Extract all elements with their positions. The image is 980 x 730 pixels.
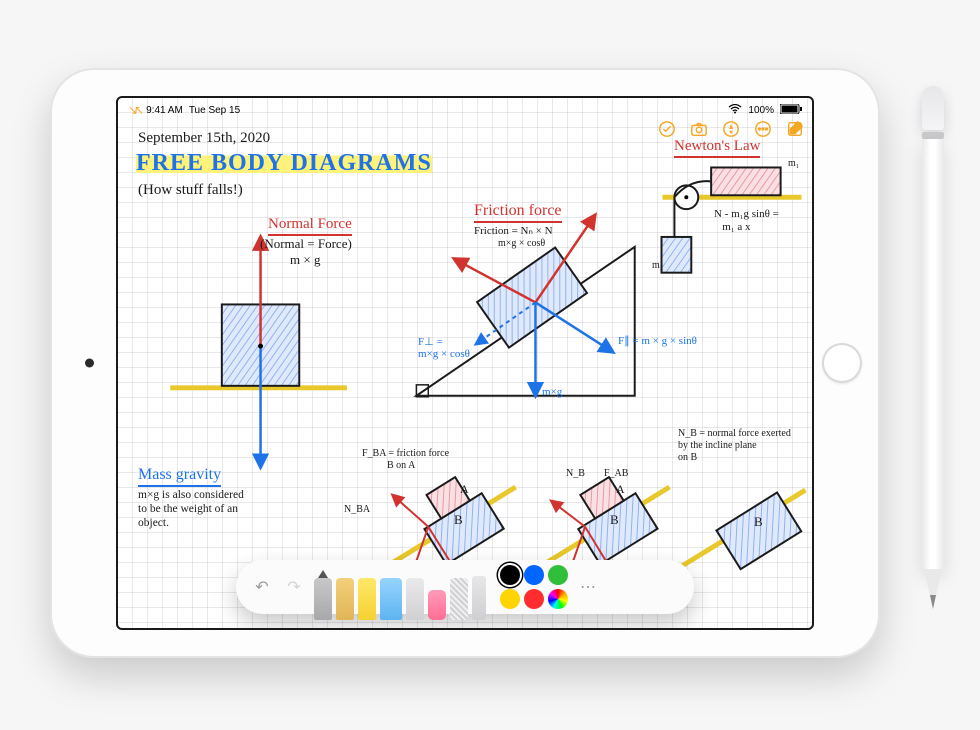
stack-a1: A [460, 482, 469, 497]
note-date: September 15th, 2020 [138, 130, 270, 147]
mass-gravity-body: m×g is also considered to be the weight … [138, 488, 244, 530]
stack-b3: B [754, 514, 763, 530]
tool-brush[interactable] [406, 578, 424, 620]
friction-mg: m×g [542, 386, 562, 398]
undo-button[interactable]: ↶ [250, 575, 274, 599]
friction-eq2: m×g × cosθ [498, 238, 545, 249]
swatch-green[interactable] [548, 565, 568, 585]
tool-ruler[interactable] [472, 576, 486, 620]
ipad-screen: ↘↖ 9:41 AM Tue Sep 15 100% [116, 96, 814, 630]
color-swatches [500, 565, 568, 609]
swatch-colorpicker[interactable] [548, 589, 568, 609]
tool-pencil[interactable] [336, 578, 354, 620]
swatch-black[interactable] [500, 565, 520, 585]
note-subtitle: (How stuff falls!) [138, 182, 243, 199]
friction-fpar: F∥ = m × g × sinθ [618, 334, 697, 347]
redo-button[interactable]: ↷ [282, 575, 306, 599]
stack-b2: B [610, 512, 619, 528]
stack-fba: F_BA = friction force B on A [362, 448, 449, 472]
tool-pen[interactable] [314, 578, 332, 620]
home-button[interactable] [822, 343, 862, 383]
stack-nb: N_B [566, 468, 585, 479]
tool-tray [314, 560, 486, 614]
heading-friction: Friction force [474, 202, 562, 223]
swatch-yellow[interactable] [500, 589, 520, 609]
swatch-blue[interactable] [524, 565, 544, 585]
ipad-device: ↘↖ 9:41 AM Tue Sep 15 100% [50, 68, 880, 658]
drawing-palette: ↶ ↷ ⋯ [236, 560, 694, 614]
normal-line2: m × g [290, 252, 320, 268]
stack-fab: F_AB [604, 468, 628, 479]
front-camera [85, 359, 94, 368]
friction-eq1: Friction = Nₙ × N [474, 224, 553, 237]
friction-fperp: F⊥ = m×g × cosθ [418, 336, 470, 360]
stack-a2: A [616, 482, 625, 497]
diagram-layer [118, 98, 812, 628]
normal-line1: (Normal = Force) [260, 236, 352, 252]
newton-m1: m₁ [788, 158, 799, 169]
stack-b1: B [454, 512, 463, 528]
tool-eraser[interactable] [428, 590, 446, 620]
apple-pencil [922, 86, 944, 642]
stack-nba: N_BA [344, 504, 370, 515]
newton-m2: m₂ [652, 260, 663, 271]
tool-marker[interactable] [358, 578, 376, 620]
palette-more-button[interactable]: ⋯ [576, 575, 600, 599]
tool-highlighter[interactable] [380, 578, 402, 620]
heading-mass-gravity: Mass gravity [138, 466, 221, 487]
tool-lasso[interactable] [450, 578, 468, 620]
stack-nbdef: N_B = normal force exerted by the inclin… [678, 428, 791, 464]
heading-newton: Newton's Law [674, 138, 760, 158]
newton-eq: N - m₁g sinθ = m₁ a x [714, 208, 779, 234]
swatch-red[interactable] [524, 589, 544, 609]
note-title: FREE BODY DIAGRAMS [136, 150, 432, 177]
heading-normal-force: Normal Force [268, 216, 352, 236]
